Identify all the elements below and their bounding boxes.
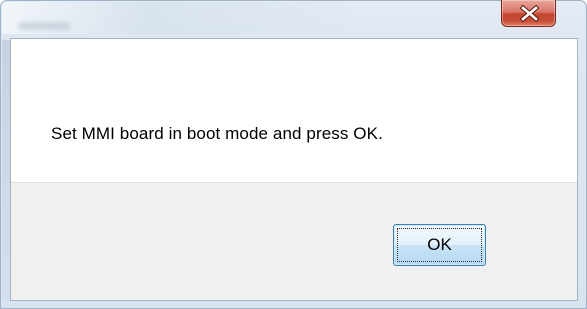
message-box-window: Set MMI board in boot mode and press OK.… — [0, 0, 587, 309]
message-area: Set MMI board in boot mode and press OK. — [11, 39, 577, 182]
dialog-client-area: Set MMI board in boot mode and press OK.… — [10, 38, 578, 301]
message-text: Set MMI board in boot mode and press OK. — [51, 124, 383, 143]
ok-button-label: OK — [427, 235, 452, 254]
frame-background-blur — [18, 22, 70, 30]
ok-button[interactable]: OK — [393, 224, 486, 266]
button-bar: OK — [11, 182, 577, 300]
close-icon — [519, 4, 540, 23]
close-button[interactable] — [501, 0, 556, 27]
frame-left-edge — [2, 40, 10, 300]
